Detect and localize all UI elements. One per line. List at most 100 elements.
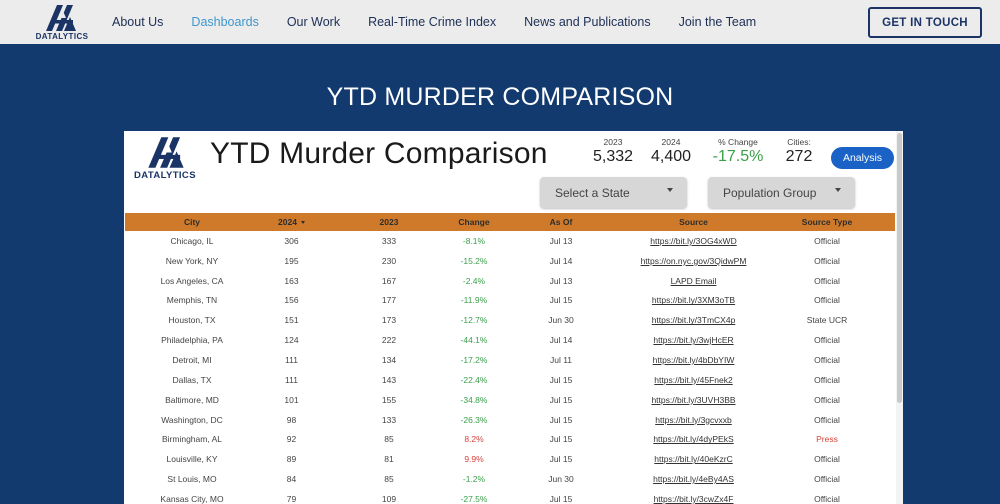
cell-source-type: State UCR (806, 315, 848, 326)
cell-change: 9.9% (464, 454, 484, 465)
population-group-label: Population Group (723, 185, 817, 200)
stat-change-value: -17.5% (712, 148, 764, 165)
cell-source-type: Official (814, 414, 840, 425)
nav-link-news-and-publications[interactable]: News and Publications (524, 15, 650, 29)
cell-as-of: Jul 15 (549, 295, 573, 306)
cell-city: Memphis, TN (166, 295, 218, 306)
dashboard-panel: DATALYTICS YTD Murder Comparison 2023 5,… (124, 131, 903, 504)
cell-source-type: Official (814, 295, 840, 306)
cell-source[interactable]: https://bit.ly/45Fnek2 (628, 375, 759, 385)
table-row: Detroit, MI 111 134 -17.2% Jul 11 https://bit… (125, 350, 895, 370)
cell-source[interactable]: https://bit.ly/3cwZx4F (628, 494, 759, 504)
cell-source-type: Official (814, 255, 840, 266)
nav-link-about-us[interactable]: About Us (112, 15, 163, 29)
stat-2023-value: 5,332 (592, 148, 634, 165)
cell-source-type: Official (814, 275, 840, 286)
cell-city: Dallas, TX (172, 374, 212, 385)
cell-as-of: Jun 30 (548, 315, 574, 326)
cell-source[interactable]: https://bit.ly/4dyPEkS (628, 434, 759, 444)
cell-source-type: Official (814, 454, 840, 465)
cell-change: 8.2% (464, 434, 484, 445)
page-title: YTD MURDER COMPARISON (326, 83, 674, 111)
analysis-button[interactable]: Analysis (831, 147, 894, 169)
table-row: Birmingham, AL 92 85 8.2% Jul 15 https://bit.… (125, 429, 895, 449)
sort-descending-icon (300, 221, 305, 225)
cell-source[interactable]: https://bit.ly/3XM3oTB (628, 295, 759, 305)
nav-link-join-the-team[interactable]: Join the Team (679, 15, 757, 29)
cell-city: Washington, DC (161, 414, 223, 425)
stat-change: % Change -17.5% (708, 137, 768, 166)
cell-source-type: Official (814, 335, 840, 346)
cell-change: -26.3% (460, 414, 488, 425)
table-row: Memphis, TN 156 177 -11.9% Jul 15 https://bit… (125, 291, 895, 311)
column-header-change[interactable]: Change (454, 217, 494, 227)
table-row: St Louis, MO 84 85 -1.2% Jun 30 https://bit.l… (125, 469, 895, 489)
top-navigation: DATALYTICS About Us Dashboards Our Work … (0, 0, 1000, 44)
cell-2023: 222 (381, 335, 397, 346)
cell-source[interactable]: https://bit.ly/3wjHcER (628, 335, 759, 345)
cell-change: -8.1% (462, 235, 486, 246)
cell-source[interactable]: https://bit.ly/4bDbYIW (628, 355, 759, 365)
column-header-source[interactable]: Source (628, 217, 759, 227)
cell-source[interactable]: https://bit.ly/4eBy4AS (628, 474, 759, 484)
stat-change-label: % Change (718, 137, 758, 147)
cell-as-of: Jul 13 (549, 275, 573, 286)
cell-2024: 98 (286, 414, 297, 425)
stat-2023-label: 2023 (603, 137, 623, 147)
cell-as-of: Jul 15 (549, 493, 573, 504)
cell-2023: 230 (381, 255, 397, 266)
cell-change: -1.2% (462, 474, 486, 485)
nav-links: About Us Dashboards Our Work Real-Time C… (98, 0, 770, 44)
table-row: Washington, DC 98 133 -26.3% Jul 15 https://b… (125, 410, 895, 430)
caret-down-icon (667, 188, 673, 192)
cell-city: Baltimore, MD (165, 394, 219, 405)
cell-source[interactable]: https://bit.ly/3UVH3BB (628, 395, 759, 405)
table-row: Louisville, KY 89 81 9.9% Jul 15 https://bit.… (125, 449, 895, 469)
cell-change: -34.8% (460, 394, 488, 405)
column-header-city[interactable]: City (125, 217, 259, 227)
table-row: Chicago, IL 306 333 -8.1% Jul 13 https://bit.… (125, 231, 895, 251)
population-group-select[interactable]: Population Group (708, 177, 855, 208)
column-header-2024[interactable]: 2024 (259, 217, 324, 227)
cell-source[interactable]: https://bit.ly/3OG4xWD (628, 236, 759, 246)
table-header: City 2024 2023 Change As Of Source Sourc… (125, 213, 895, 231)
column-header-2023[interactable]: 2023 (324, 217, 454, 227)
cell-2023: 134 (381, 354, 397, 365)
logo-wordmark: DATALYTICS (134, 170, 196, 181)
cell-2023: 173 (381, 315, 397, 326)
cell-city: Los Angeles, CA (160, 275, 224, 286)
cell-as-of: Jul 14 (549, 255, 573, 266)
state-select-label: Select a State (555, 185, 630, 200)
column-header-as-of[interactable]: As Of (494, 217, 628, 227)
nav-link-real-time-crime-index[interactable]: Real-Time Crime Index (368, 15, 496, 29)
cell-source-type: Official (814, 235, 840, 246)
cell-source[interactable]: https://on.nyc.gov/3QidwPM (628, 256, 759, 266)
datalytics-logo[interactable]: DATALYTICS (34, 5, 90, 41)
cell-2023: 333 (381, 235, 397, 246)
cell-2023: 155 (381, 394, 397, 405)
dashboard-scrollbar-thumb[interactable] (897, 133, 902, 403)
column-header-source-type[interactable]: Source Type (759, 217, 895, 227)
state-select[interactable]: Select a State (540, 177, 687, 208)
cell-change: -12.7% (460, 315, 488, 326)
cell-city: New York, NY (165, 255, 219, 266)
cell-source-type: Official (814, 354, 840, 365)
cell-source[interactable]: https://bit.ly/40eKzrC (628, 454, 759, 464)
cell-2023: 85 (384, 434, 394, 445)
cell-change: -11.9% (460, 295, 488, 306)
cell-source[interactable]: https://bit.ly/3TmCX4p (628, 315, 759, 325)
cell-2023: 109 (381, 493, 397, 504)
stat-cities-value: 272 (785, 148, 813, 165)
cell-source[interactable]: LAPD Email (628, 276, 759, 286)
logo-mark-icon (148, 137, 184, 168)
nav-link-our-work[interactable]: Our Work (287, 15, 340, 29)
nav-link-dashboards[interactable]: Dashboards (191, 15, 258, 29)
get-in-touch-button[interactable]: GET IN TOUCH (868, 7, 982, 38)
cell-change: -15.2% (460, 255, 488, 266)
cell-2024: 195 (284, 255, 299, 266)
logo-mark-icon (46, 5, 76, 31)
stat-2024-value: 4,400 (650, 148, 692, 165)
cell-source[interactable]: https://bit.ly/3gcvxxb (628, 415, 759, 425)
stat-2024-label: 2024 (661, 137, 681, 147)
cell-city: Kansas City, MO (160, 493, 224, 504)
